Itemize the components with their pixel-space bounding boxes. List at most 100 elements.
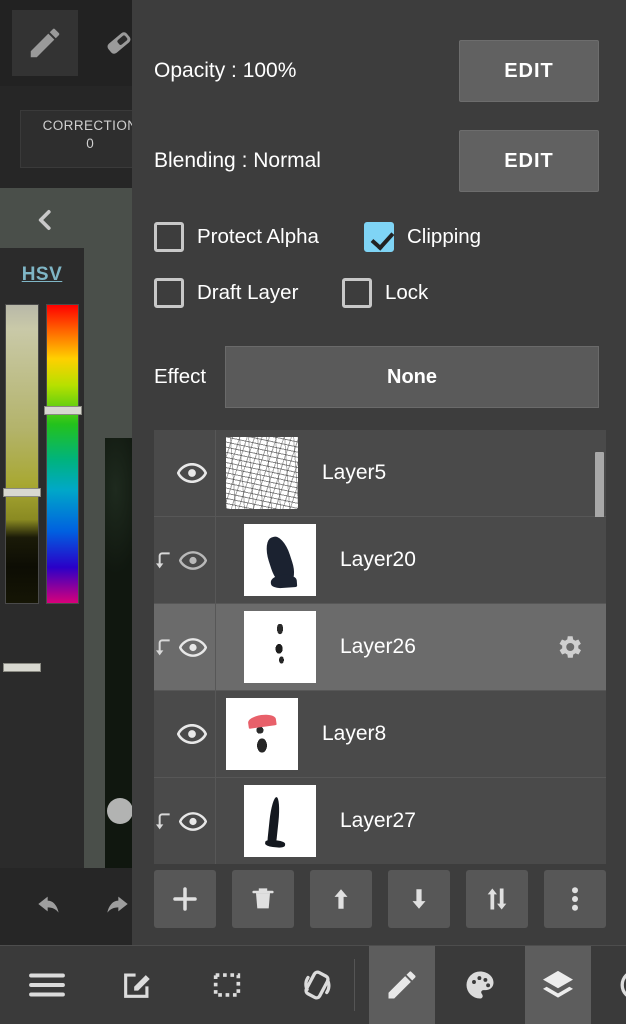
- collapse-panel-button[interactable]: [0, 190, 90, 250]
- blending-label: Blending : Normal: [154, 149, 321, 172]
- clipping-arrow-icon: [156, 552, 170, 569]
- arrow-down-icon: [412, 889, 426, 909]
- texture-tab[interactable]: [603, 946, 626, 1024]
- layer-name: Layer8: [322, 722, 387, 745]
- effect-row: Effect None: [132, 342, 626, 412]
- rotate-icon: [304, 970, 331, 1000]
- layer-name: Layer20: [340, 548, 416, 571]
- draft-layer-checkbox[interactable]: Draft Layer: [154, 278, 298, 308]
- layer-name: Layer26: [340, 635, 416, 658]
- layer-row-gutter: [154, 778, 216, 864]
- clipping-arrow-icon: [156, 639, 170, 656]
- move-layer-up-button[interactable]: [310, 870, 372, 928]
- visibility-toggle[interactable]: [177, 724, 207, 744]
- chevron-left-icon: [38, 210, 51, 230]
- saturation-value-slider[interactable]: [5, 304, 39, 604]
- saturation-slider-knob[interactable]: [3, 488, 41, 497]
- layer-thumbnail: [244, 611, 316, 683]
- more-vertical-icon: [572, 887, 578, 911]
- layer-thumbnail: [226, 698, 298, 770]
- visibility-toggle[interactable]: [179, 637, 207, 657]
- add-layer-button[interactable]: [154, 870, 216, 928]
- table-row[interactable]: Layer5: [154, 430, 606, 532]
- layer-row-gutter: [154, 691, 216, 777]
- table-row[interactable]: Layer20: [154, 517, 606, 604]
- move-layer-down-button[interactable]: [388, 870, 450, 928]
- opacity-edit-button[interactable]: EDIT: [459, 40, 599, 102]
- edit-canvas-button[interactable]: [104, 946, 170, 1024]
- layers-tab[interactable]: [525, 945, 591, 1024]
- layer-name: Layer5: [322, 461, 387, 484]
- correction-box[interactable]: CORRECTION 0: [0, 86, 160, 188]
- effect-label: Effect: [154, 365, 207, 388]
- select-button[interactable]: [194, 946, 260, 1024]
- edit-square-icon: [124, 973, 150, 998]
- layer-list[interactable]: Layer5 Layer20 Layer26 Layer8 Layer27: [154, 430, 606, 864]
- visibility-toggle[interactable]: [177, 463, 207, 483]
- blending-edit-button[interactable]: EDIT: [459, 130, 599, 192]
- layer-thumbnail: [244, 785, 316, 857]
- eye-icon: [179, 637, 207, 657]
- protect-alpha-checkbox[interactable]: Protect Alpha: [154, 222, 319, 252]
- lock-label: Lock: [385, 281, 429, 304]
- arrows-up-down-icon: [487, 888, 507, 910]
- effect-select-button[interactable]: None: [225, 346, 599, 408]
- palette-tab[interactable]: [447, 946, 513, 1024]
- checkbox-box: [154, 278, 184, 308]
- eye-icon: [179, 550, 207, 570]
- nav-divider: [354, 959, 355, 1011]
- clipping-indicator: [154, 637, 173, 657]
- layer-flags: Protect Alpha Clipping Draft Layer Lock: [132, 212, 626, 328]
- hue-slider[interactable]: [46, 304, 79, 604]
- delete-layer-button[interactable]: [232, 870, 294, 928]
- bottom-nav-right-group: [369, 945, 626, 1024]
- trash-icon: [252, 888, 274, 909]
- layer-toolbar: [154, 868, 606, 930]
- visibility-toggle[interactable]: [179, 811, 207, 831]
- layer-row-gutter: [154, 517, 216, 603]
- eye-icon: [177, 724, 207, 744]
- checkbox-box-checked: [364, 222, 394, 252]
- left-sidebar: CORRECTION 0 HSV 2 px 100 %: [0, 0, 160, 1024]
- layer-settings-button[interactable]: [554, 632, 584, 662]
- app-root: CORRECTION 0 HSV 2 px 100 %: [0, 0, 626, 1024]
- layer-more-button[interactable]: [544, 870, 606, 928]
- lock-checkbox[interactable]: Lock: [342, 278, 428, 308]
- table-row[interactable]: Layer8: [154, 691, 606, 778]
- checkbox-box: [342, 278, 372, 308]
- table-row[interactable]: Layer27: [154, 778, 606, 864]
- layer-name: Layer27: [340, 809, 416, 832]
- undo-redo-bar: [0, 868, 140, 945]
- protect-alpha-label: Protect Alpha: [197, 225, 319, 248]
- pencil-icon: [388, 971, 416, 999]
- clipping-label: Clipping: [407, 225, 482, 248]
- undo-icon: [38, 896, 59, 913]
- marquee-icon: [213, 973, 241, 997]
- pencil-tool[interactable]: [12, 10, 78, 76]
- menu-button[interactable]: [14, 946, 80, 1024]
- hamburger-icon: [29, 973, 65, 997]
- brush-tab[interactable]: [369, 945, 435, 1024]
- color-mode-label[interactable]: HSV: [0, 264, 84, 286]
- rotate-button[interactable]: [284, 946, 350, 1024]
- draft-layer-label: Draft Layer: [197, 281, 299, 304]
- plus-icon: [173, 887, 197, 911]
- hue-slider-knob[interactable]: [44, 406, 82, 415]
- bottom-navigation: [0, 945, 626, 1024]
- bottom-nav-left-group: [14, 946, 350, 1024]
- clipping-arrow-icon: [156, 813, 170, 830]
- layer-properties-panel: Opacity : 100% EDIT Blending : Normal ED…: [132, 0, 626, 945]
- layer-row-gutter: [154, 430, 216, 516]
- swap-layers-button[interactable]: [466, 870, 528, 928]
- undo-button[interactable]: [22, 886, 76, 930]
- palette-icon: [466, 971, 494, 999]
- visibility-toggle[interactable]: [179, 550, 207, 570]
- blending-row: Blending : Normal EDIT: [132, 122, 626, 200]
- opacity-label: Opacity : 100%: [154, 59, 297, 82]
- table-row[interactable]: Layer26: [154, 604, 606, 691]
- tool-row: [0, 0, 140, 86]
- layers-icon: [543, 970, 573, 998]
- clipping-checkbox[interactable]: Clipping: [364, 222, 481, 252]
- value-slider-knob[interactable]: [3, 663, 41, 672]
- eye-icon: [179, 811, 207, 831]
